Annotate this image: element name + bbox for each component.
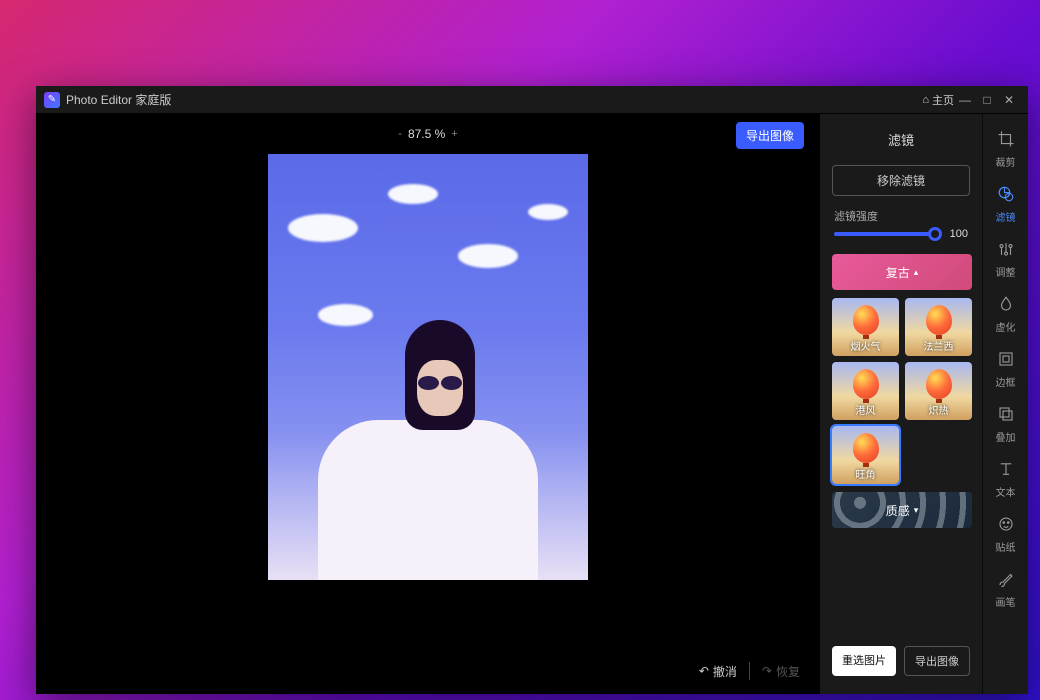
balloon-icon	[853, 305, 879, 335]
filter-icon	[997, 185, 1015, 207]
app-window: Photo Editor 家庭版 ⌂ 主页 — □ ✕ - 87.5 % + 导…	[36, 86, 1028, 694]
intensity-value: 100	[944, 228, 968, 240]
maximize-button[interactable]: □	[976, 93, 998, 107]
canvas-area: - 87.5 % + 导出图像 ↶ 撤消 ↷	[36, 114, 820, 694]
tool-text[interactable]: 文本	[986, 454, 1026, 505]
filter-thumb-label: 烟火气	[851, 338, 881, 356]
tool-label: 调整	[996, 264, 1016, 279]
undo-button[interactable]: ↶ 撤消	[699, 663, 737, 680]
reselect-image-button[interactable]: 重选图片	[832, 646, 896, 676]
redo-button[interactable]: ↷ 恢复	[762, 663, 800, 680]
tool-filter[interactable]: 滤镜	[986, 179, 1026, 230]
export-image-bottom-button[interactable]: 导出图像	[904, 646, 970, 676]
balloon-icon	[853, 433, 879, 463]
filter-thumb-2[interactable]: 港风	[832, 362, 899, 420]
filter-panel: 滤镜 移除滤镜 滤镜强度 100 复古 ▴ 烟火气 法兰西港风 炽热旺角 质感 ▾	[820, 114, 982, 694]
balloon-icon	[926, 369, 952, 399]
home-label: 主页	[932, 92, 954, 108]
frame-icon	[997, 350, 1015, 372]
intensity-label: 滤镜强度	[834, 208, 968, 224]
overlay-icon	[997, 405, 1015, 427]
filter-thumb-label: 港风	[856, 402, 876, 420]
tool-label: 虚化	[996, 319, 1016, 334]
tool-overlay[interactable]: 叠加	[986, 399, 1026, 450]
tool-sticker[interactable]: 贴纸	[986, 509, 1026, 560]
titlebar: Photo Editor 家庭版 ⌂ 主页 — □ ✕	[36, 86, 1028, 114]
tool-label: 边框	[996, 374, 1016, 389]
tool-crop[interactable]: 裁剪	[986, 124, 1026, 175]
adjust-icon	[997, 240, 1015, 262]
filter-thumb-0[interactable]: 烟火气	[832, 298, 899, 356]
zoom-level: 87.5 %	[408, 127, 445, 141]
close-button[interactable]: ✕	[998, 93, 1020, 107]
remove-filter-button[interactable]: 移除滤镜	[832, 165, 970, 196]
filter-thumb-label: 旺角	[856, 466, 876, 484]
filter-thumb-3[interactable]: 炽热	[905, 362, 972, 420]
export-image-top-button[interactable]: 导出图像	[736, 122, 804, 149]
filter-list: 复古 ▴ 烟火气 法兰西港风 炽热旺角 质感 ▾	[820, 250, 982, 636]
home-icon: ⌂	[922, 94, 929, 106]
zoom-out-button[interactable]: -	[398, 128, 402, 140]
separator	[749, 662, 750, 680]
tool-label: 裁剪	[996, 154, 1016, 169]
brush-icon	[997, 570, 1015, 592]
minimize-button[interactable]: —	[954, 93, 976, 107]
redo-icon: ↷	[762, 664, 772, 678]
tool-rail: 裁剪滤镜调整虚化边框叠加文本贴纸画笔	[982, 114, 1028, 694]
tool-label: 画笔	[996, 594, 1016, 609]
balloon-icon	[926, 305, 952, 335]
filter-thumb-label: 法兰西	[924, 338, 954, 356]
filter-category-texture[interactable]: 质感 ▾	[832, 492, 972, 528]
slider-thumb[interactable]	[928, 227, 942, 241]
filter-thumb-label: 炽热	[929, 402, 949, 420]
chevron-up-icon: ▴	[914, 267, 919, 278]
zoom-control: - 87.5 % +	[398, 127, 457, 141]
filter-thumb-4[interactable]: 旺角	[832, 426, 899, 484]
tool-adjust[interactable]: 调整	[986, 234, 1026, 285]
tool-brush[interactable]: 画笔	[986, 564, 1026, 615]
app-logo-icon	[44, 92, 60, 108]
tool-label: 文本	[996, 484, 1016, 499]
tool-frame[interactable]: 边框	[986, 344, 1026, 395]
app-title: Photo Editor 家庭版	[66, 91, 171, 108]
sticker-icon	[997, 515, 1015, 537]
undo-icon: ↶	[699, 664, 709, 678]
intensity-slider[interactable]	[834, 232, 936, 236]
crop-icon	[997, 130, 1015, 152]
balloon-icon	[853, 369, 879, 399]
tool-blur[interactable]: 虚化	[986, 289, 1026, 340]
canvas-image[interactable]	[268, 154, 588, 580]
panel-title: 滤镜	[820, 124, 982, 161]
tool-label: 滤镜	[996, 209, 1016, 224]
filter-thumb-1[interactable]: 法兰西	[905, 298, 972, 356]
home-button[interactable]: ⌂ 主页	[922, 92, 954, 108]
tool-label: 贴纸	[996, 539, 1016, 554]
blur-icon	[997, 295, 1015, 317]
tool-label: 叠加	[996, 429, 1016, 444]
text-icon	[997, 460, 1015, 482]
chevron-down-icon: ▾	[914, 505, 919, 516]
zoom-in-button[interactable]: +	[451, 128, 457, 140]
filter-category-retro[interactable]: 复古 ▴	[832, 254, 972, 290]
